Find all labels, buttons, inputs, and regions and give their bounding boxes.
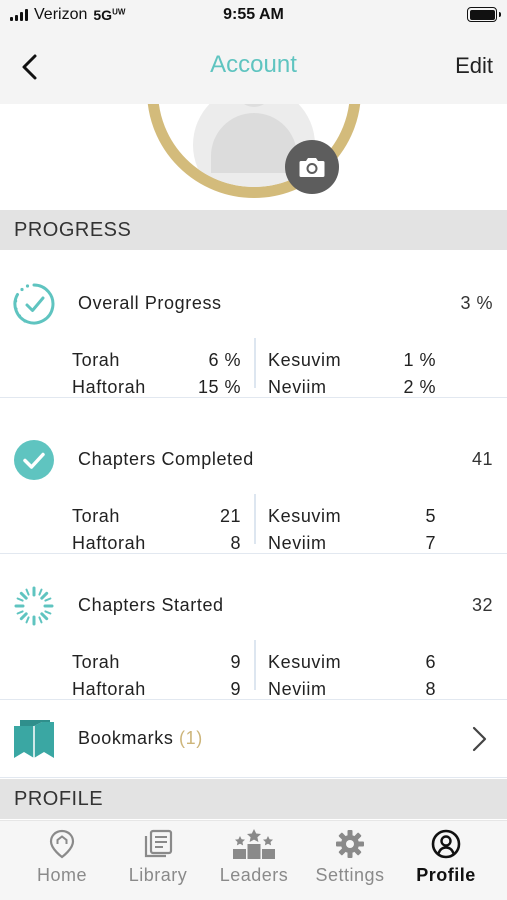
overall-kesuvim-value: 1 % bbox=[403, 350, 436, 370]
chapters-started-block: Chapters Started 32 Torah 9 Kesuvim 6 Ha… bbox=[0, 554, 507, 700]
overall-haftorah-value: 15 % bbox=[197, 377, 241, 397]
chapters-completed-title: Chapters Completed bbox=[78, 449, 254, 469]
overall-kesuvim-label: Kesuvim bbox=[268, 350, 342, 370]
profile-section-header: PROFILE bbox=[0, 779, 507, 819]
started-haftorah-value: 9 bbox=[230, 679, 241, 699]
gear-icon bbox=[336, 830, 364, 858]
nav-bar: Account Edit bbox=[0, 32, 507, 104]
overall-neviim-value: 2 % bbox=[403, 377, 436, 397]
started-kesuvim-label: Kesuvim bbox=[268, 652, 342, 672]
started-kesuvim-value: 6 bbox=[425, 652, 436, 672]
profile-header-label: PROFILE bbox=[14, 788, 104, 810]
completed-haftorah-value: 8 bbox=[230, 533, 241, 553]
bookmark-icon bbox=[14, 720, 54, 758]
chapters-completed-block: Chapters Completed 41 Torah 21 Kesuvim 5… bbox=[0, 408, 507, 554]
page-title: Account bbox=[210, 51, 297, 78]
progress-check-icon bbox=[13, 283, 55, 325]
edit-button[interactable]: Edit bbox=[455, 53, 493, 79]
bookmarks-row[interactable]: Bookmarks (1) bbox=[0, 700, 507, 778]
completed-torah-label: Torah bbox=[72, 506, 121, 526]
tab-library[interactable]: Library bbox=[109, 827, 207, 897]
overall-neviim-label: Neviim bbox=[268, 377, 327, 397]
bookmarks-label: Bookmarks (1) bbox=[78, 728, 203, 749]
home-pin-icon bbox=[49, 829, 75, 859]
chapters-started-title: Chapters Started bbox=[78, 595, 224, 615]
profile-icon bbox=[431, 829, 461, 859]
change-photo-button[interactable] bbox=[285, 140, 339, 194]
avatar-area bbox=[0, 104, 507, 210]
overall-progress-title: Overall Progress bbox=[78, 293, 222, 313]
completed-kesuvim-label: Kesuvim bbox=[268, 506, 342, 526]
chapters-started-total: 32 bbox=[471, 595, 493, 615]
started-neviim-value: 8 bbox=[425, 679, 436, 699]
tab-home[interactable]: Home bbox=[13, 827, 111, 897]
tab-settings-label: Settings bbox=[315, 865, 385, 885]
started-neviim-label: Neviim bbox=[268, 679, 327, 699]
tab-leaders[interactable]: Leaders bbox=[205, 827, 303, 897]
tab-home-label: Home bbox=[36, 865, 87, 885]
battery-icon bbox=[467, 7, 501, 22]
progress-section-header: PROGRESS bbox=[0, 210, 507, 250]
tab-bar: Home Library Leaders Settings Profile bbox=[0, 820, 507, 900]
chapters-completed-total: 41 bbox=[471, 449, 493, 469]
check-circle-icon bbox=[14, 440, 54, 480]
tab-profile[interactable]: Profile bbox=[397, 827, 495, 897]
started-torah-value: 9 bbox=[230, 652, 241, 672]
completed-torah-value: 21 bbox=[219, 506, 241, 526]
divider bbox=[254, 640, 256, 690]
completed-haftorah-label: Haftorah bbox=[72, 533, 146, 553]
tab-settings[interactable]: Settings bbox=[301, 827, 399, 897]
status-time: 9:55 AM bbox=[223, 6, 284, 23]
overall-progress-total: 3 % bbox=[460, 293, 493, 313]
overall-haftorah-label: Haftorah bbox=[72, 377, 146, 397]
bookmarks-text: Bookmarks bbox=[78, 728, 174, 748]
status-bar: Verizon 5GUW 9:55 AM bbox=[0, 0, 507, 32]
divider bbox=[254, 338, 256, 388]
tab-leaders-label: Leaders bbox=[219, 865, 289, 885]
loading-spinner-icon bbox=[14, 586, 54, 626]
chevron-right-icon bbox=[472, 726, 487, 752]
started-haftorah-label: Haftorah bbox=[72, 679, 146, 699]
tab-library-label: Library bbox=[128, 865, 188, 885]
completed-neviim-value: 7 bbox=[425, 533, 436, 553]
bookmarks-count: (1) bbox=[179, 728, 203, 748]
completed-neviim-label: Neviim bbox=[268, 533, 327, 553]
started-torah-label: Torah bbox=[72, 652, 121, 672]
tab-profile-label: Profile bbox=[416, 865, 476, 885]
camera-icon bbox=[299, 158, 325, 177]
progress-header-label: PROGRESS bbox=[14, 219, 132, 241]
library-icon bbox=[144, 829, 173, 858]
divider bbox=[254, 494, 256, 544]
completed-kesuvim-value: 5 bbox=[425, 506, 436, 526]
leaders-podium-icon bbox=[233, 829, 275, 859]
overall-torah-value: 6 % bbox=[208, 350, 241, 370]
overall-torah-label: Torah bbox=[72, 350, 121, 370]
overall-progress-block: Overall Progress 3 % Torah 6 % Kesuvim 1… bbox=[0, 252, 507, 398]
